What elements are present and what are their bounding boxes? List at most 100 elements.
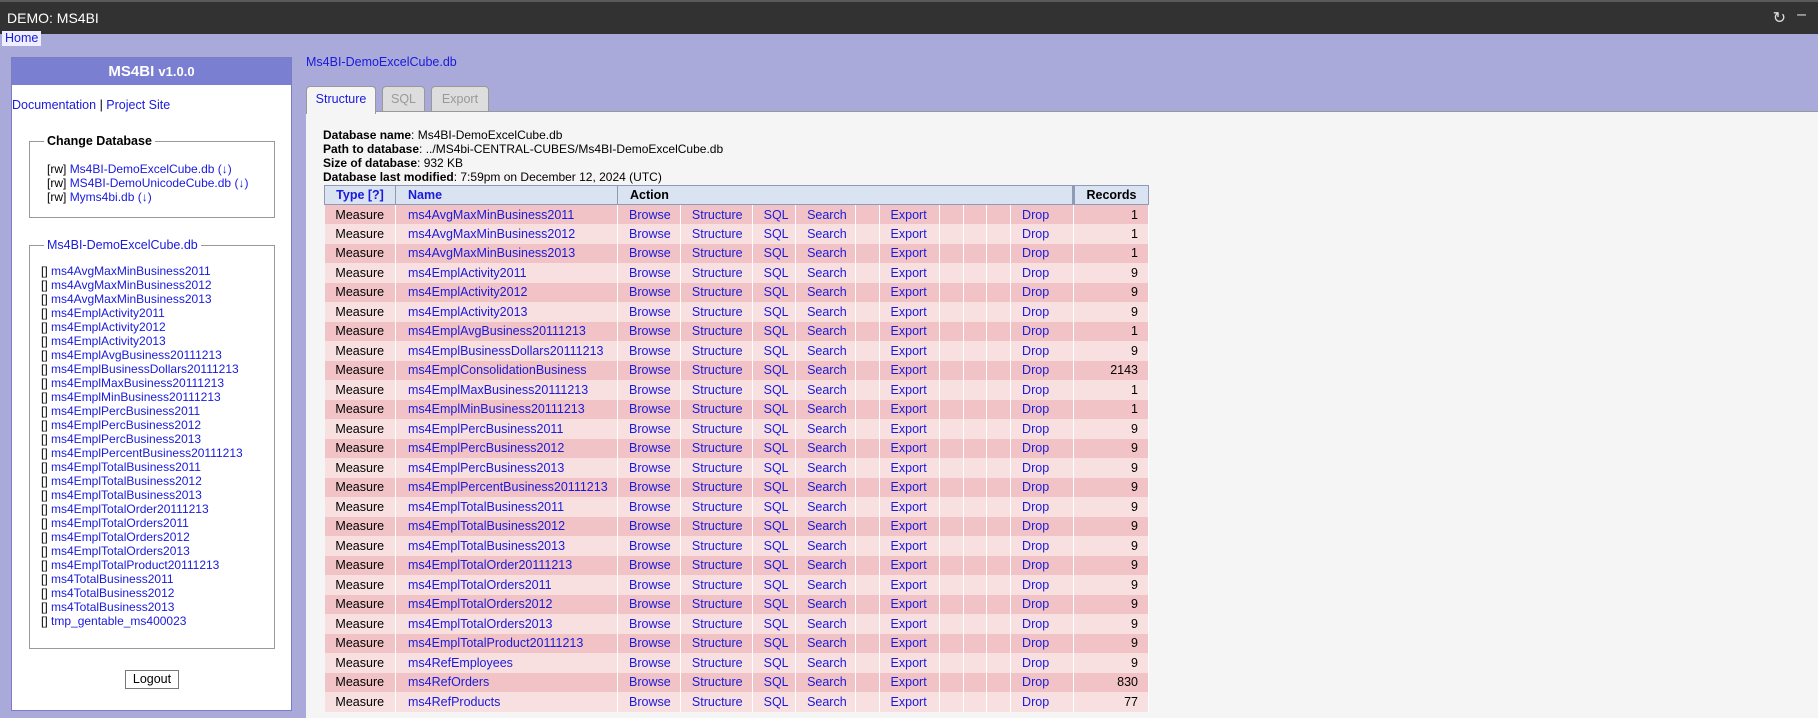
sidebar-table-link[interactable]: tmp_gentable_ms400023: [51, 614, 186, 628]
row-action-drop[interactable]: Drop: [1022, 266, 1049, 280]
row-action-browse[interactable]: Browse: [629, 363, 671, 377]
sidebar-table-link[interactable]: ms4EmplTotalOrders2011: [51, 516, 189, 530]
row-action-structure[interactable]: Structure: [692, 344, 743, 358]
row-action-drop[interactable]: Drop: [1022, 597, 1049, 611]
row-action-browse[interactable]: Browse: [629, 675, 671, 689]
row-action-structure[interactable]: Structure: [692, 461, 743, 475]
sidebar-table-link[interactable]: ms4EmplTotalOrder20111213: [51, 502, 209, 516]
row-action-browse[interactable]: Browse: [629, 227, 671, 241]
sidebar-table-link[interactable]: ms4EmplTotalOrders2012: [51, 530, 190, 544]
home-link[interactable]: Home: [2, 31, 42, 46]
row-action-structure[interactable]: Structure: [692, 383, 743, 397]
row-action-search[interactable]: Search: [807, 246, 847, 260]
row-action-browse[interactable]: Browse: [629, 656, 671, 670]
row-action-browse[interactable]: Browse: [629, 461, 671, 475]
sidebar-table-link[interactable]: ms4EmplPercBusiness2011: [51, 404, 200, 418]
row-action-search[interactable]: Search: [807, 208, 847, 222]
row-action-structure[interactable]: Structure: [692, 480, 743, 494]
row-action-structure[interactable]: Structure: [692, 695, 743, 709]
row-action-sql[interactable]: SQL: [764, 383, 789, 397]
row-action-sql[interactable]: SQL: [764, 344, 789, 358]
row-action-sql[interactable]: SQL: [764, 266, 789, 280]
row-action-sql[interactable]: SQL: [764, 578, 789, 592]
tab-sql[interactable]: SQL: [382, 86, 425, 112]
row-action-sql[interactable]: SQL: [764, 324, 789, 338]
row-action-drop[interactable]: Drop: [1022, 402, 1049, 416]
sidebar-table-link[interactable]: ms4EmplTotalOrders2013: [51, 544, 190, 558]
row-action-sql[interactable]: SQL: [764, 480, 789, 494]
row-action-sql[interactable]: SQL: [764, 441, 789, 455]
row-action-drop[interactable]: Drop: [1022, 519, 1049, 533]
row-action-sql[interactable]: SQL: [764, 500, 789, 514]
download-arrow-icon[interactable]: (↓): [234, 176, 248, 190]
sidebar-table-link[interactable]: ms4EmplMinBusiness20111213: [51, 390, 221, 404]
sidebar-table-link[interactable]: ms4TotalBusiness2012: [51, 586, 174, 600]
row-name-link[interactable]: ms4RefProducts: [408, 695, 500, 709]
row-action-search[interactable]: Search: [807, 383, 847, 397]
download-arrow-icon[interactable]: (↓): [218, 162, 232, 176]
row-action-browse[interactable]: Browse: [629, 305, 671, 319]
row-action-export[interactable]: Export: [891, 578, 927, 592]
row-action-browse[interactable]: Browse: [629, 636, 671, 650]
database-name-link[interactable]: Ms4BI-DemoExcelCube.db: [306, 55, 457, 69]
row-action-export[interactable]: Export: [891, 695, 927, 709]
row-name-link[interactable]: ms4EmplActivity2012: [408, 285, 528, 299]
row-action-drop[interactable]: Drop: [1022, 461, 1049, 475]
row-action-structure[interactable]: Structure: [692, 363, 743, 377]
sidebar-table-link[interactable]: ms4EmplPercBusiness2012: [51, 418, 201, 432]
database-link[interactable]: MS4BI-DemoUnicodeCube.db: [70, 176, 231, 190]
row-action-search[interactable]: Search: [807, 656, 847, 670]
row-action-browse[interactable]: Browse: [629, 266, 671, 280]
row-name-link[interactable]: ms4EmplActivity2013: [408, 305, 528, 319]
row-action-structure[interactable]: Structure: [692, 675, 743, 689]
row-action-structure[interactable]: Structure: [692, 266, 743, 280]
row-action-search[interactable]: Search: [807, 363, 847, 377]
row-action-browse[interactable]: Browse: [629, 402, 671, 416]
row-action-search[interactable]: Search: [807, 402, 847, 416]
sidebar-table-link[interactable]: ms4EmplTotalProduct20111213: [51, 558, 219, 572]
logout-button[interactable]: Logout: [125, 670, 179, 689]
sidebar-table-link[interactable]: ms4EmplActivity2013: [51, 334, 166, 348]
row-action-drop[interactable]: Drop: [1022, 363, 1049, 377]
row-action-structure[interactable]: Structure: [692, 539, 743, 553]
sidebar-table-link[interactable]: ms4EmplActivity2012: [51, 320, 166, 334]
row-action-export[interactable]: Export: [891, 402, 927, 416]
row-action-sql[interactable]: SQL: [764, 461, 789, 475]
row-action-export[interactable]: Export: [891, 500, 927, 514]
row-name-link[interactable]: ms4EmplTotalBusiness2012: [408, 519, 565, 533]
tab-structure[interactable]: Structure: [306, 86, 376, 114]
row-action-drop[interactable]: Drop: [1022, 578, 1049, 592]
row-action-export[interactable]: Export: [891, 344, 927, 358]
row-name-link[interactable]: ms4RefEmployees: [408, 656, 513, 670]
row-name-link[interactable]: ms4EmplTotalOrders2013: [408, 617, 553, 631]
row-action-export[interactable]: Export: [891, 227, 927, 241]
row-action-structure[interactable]: Structure: [692, 656, 743, 670]
download-arrow-icon[interactable]: (↓): [138, 190, 152, 204]
sidebar-table-link[interactable]: ms4EmplAvgBusiness20111213: [51, 348, 222, 362]
row-action-drop[interactable]: Drop: [1022, 441, 1049, 455]
row-action-drop[interactable]: Drop: [1022, 617, 1049, 631]
row-action-sql[interactable]: SQL: [764, 695, 789, 709]
row-action-export[interactable]: Export: [891, 539, 927, 553]
refresh-icon[interactable]: ↻: [1773, 8, 1786, 28]
row-action-search[interactable]: Search: [807, 344, 847, 358]
row-action-browse[interactable]: Browse: [629, 695, 671, 709]
row-name-link[interactable]: ms4EmplPercBusiness2012: [408, 441, 564, 455]
row-action-sql[interactable]: SQL: [764, 597, 789, 611]
row-name-link[interactable]: ms4EmplPercBusiness2013: [408, 461, 564, 475]
row-action-drop[interactable]: Drop: [1022, 656, 1049, 670]
row-action-export[interactable]: Export: [891, 285, 927, 299]
row-action-drop[interactable]: Drop: [1022, 344, 1049, 358]
sidebar-table-link[interactable]: ms4EmplPercBusiness2013: [51, 432, 201, 446]
sidebar-table-link[interactable]: ms4EmplTotalBusiness2012: [51, 474, 202, 488]
minimize-icon[interactable]: –: [1797, 6, 1806, 24]
row-action-search[interactable]: Search: [807, 285, 847, 299]
row-action-search[interactable]: Search: [807, 461, 847, 475]
row-action-search[interactable]: Search: [807, 519, 847, 533]
row-action-export[interactable]: Export: [891, 441, 927, 455]
row-action-drop[interactable]: Drop: [1022, 324, 1049, 338]
row-name-link[interactable]: ms4EmplMaxBusiness20111213: [408, 383, 588, 397]
row-action-export[interactable]: Export: [891, 558, 927, 572]
tab-export[interactable]: Export: [431, 86, 489, 112]
row-action-drop[interactable]: Drop: [1022, 383, 1049, 397]
